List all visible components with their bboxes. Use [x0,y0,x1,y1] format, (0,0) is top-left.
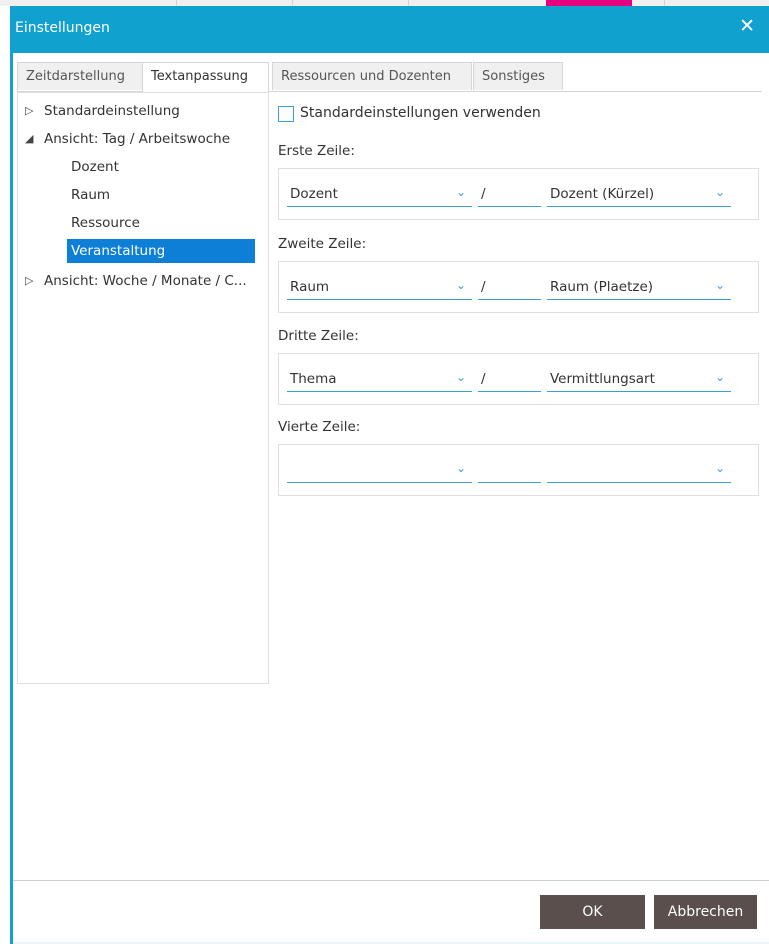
second-line-primary-select[interactable]: Raum ⌄ [287,274,472,300]
expand-arrow-icon[interactable]: ▷ [25,269,37,293]
ok-button[interactable]: OK [540,895,645,929]
cancel-button[interactable]: Abbrechen [654,895,757,929]
settings-tree: ▷ Standardeinstellung ◢ Ansicht: Tag / A… [17,92,269,684]
tree-item-label: Ansicht: Woche / Monate / C... [44,273,247,289]
select-value: Dozent (Kürzel) [550,186,655,202]
text-settings-panel: Standardeinstellungen verwenden Erste Ze… [275,92,761,692]
use-defaults-label: Standardeinstellungen verwenden [300,105,541,121]
select-value: Thema [290,371,337,387]
row-box-erste-zeile: Dozent ⌄ / Dozent (Kürzel) ⌄ [278,168,759,220]
fourth-line-primary-select[interactable]: ⌄ [287,457,472,483]
chevron-down-icon: ⌄ [455,461,466,475]
chevron-down-icon: ⌄ [714,461,725,475]
tree-item-label: Ressource [71,215,140,231]
first-line-primary-select[interactable]: Dozent ⌄ [287,181,472,207]
fourth-line-separator-input[interactable] [478,457,541,483]
tab-ressourcen-und-dozenten[interactable]: Ressourcen und Dozenten [272,62,472,90]
settings-dialog: Einstellungen ✕ Zeitdarstellung Textanpa… [10,6,769,944]
second-line-separator-input[interactable]: / [478,274,541,300]
row-box-vierte-zeile: ⌄ ⌄ [278,444,759,496]
tree-item-label: Dozent [71,159,119,175]
tab-textanpassung[interactable]: Textanpassung [142,62,269,92]
chevron-down-icon: ⌄ [455,185,466,199]
row-box-dritte-zeile: Thema ⌄ / Vermittlungsart ⌄ [278,353,759,405]
third-line-separator-input[interactable]: / [478,366,541,392]
expand-arrow-icon[interactable]: ▷ [25,99,37,123]
select-value: Vermittlungsart [550,371,655,387]
select-value: Dozent [290,186,338,202]
close-icon[interactable]: ✕ [739,17,755,36]
first-line-separator-input[interactable]: / [478,181,541,207]
title-bar: Einstellungen ✕ [13,6,769,53]
third-line-primary-select[interactable]: Thema ⌄ [287,366,472,392]
separator-value: / [481,371,486,387]
tree-item-label: Veranstaltung [67,239,255,263]
row-label-zweite-zeile: Zweite Zeile: [278,236,367,252]
third-line-secondary-select[interactable]: Vermittlungsart ⌄ [547,366,731,392]
select-value: Raum (Plaetze) [550,279,654,295]
chevron-down-icon: ⌄ [714,370,725,384]
row-box-zweite-zeile: Raum ⌄ / Raum (Plaetze) ⌄ [278,261,759,313]
separator-value: / [481,186,486,202]
collapse-arrow-icon[interactable]: ◢ [25,127,37,151]
select-value: Raum [290,279,330,295]
tab-zeitdarstellung[interactable]: Zeitdarstellung [17,62,143,90]
tree-item-label: Raum [71,187,111,203]
tree-item-label: Standardeinstellung [44,103,180,119]
second-line-secondary-select[interactable]: Raum (Plaetze) ⌄ [547,274,731,300]
tab-sonstiges[interactable]: Sonstiges [473,62,563,90]
footer-divider [13,880,769,881]
use-defaults-checkbox[interactable] [278,106,294,122]
chevron-down-icon: ⌄ [714,278,725,292]
tree-item-label: Ansicht: Tag / Arbeitswoche [44,131,230,147]
fourth-line-secondary-select[interactable]: ⌄ [547,457,731,483]
chevron-down-icon: ⌄ [455,278,466,292]
row-label-vierte-zeile: Vierte Zeile: [278,419,361,435]
row-label-erste-zeile: Erste Zeile: [278,143,355,159]
first-line-secondary-select[interactable]: Dozent (Kürzel) ⌄ [547,181,731,207]
dialog-title: Einstellungen [15,20,110,36]
separator-value: / [481,279,486,295]
chevron-down-icon: ⌄ [714,185,725,199]
chevron-down-icon: ⌄ [455,370,466,384]
row-label-dritte-zeile: Dritte Zeile: [278,328,359,344]
